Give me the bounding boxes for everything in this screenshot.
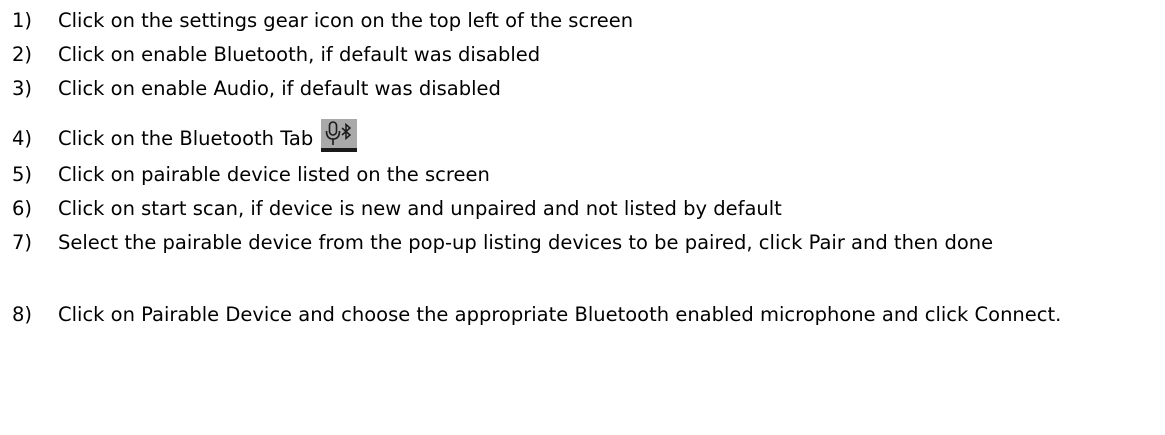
step-text: Click on start scan, if device is new an…: [58, 197, 782, 220]
step-number: 5): [12, 163, 33, 186]
step-text: Click on the settings gear icon on the t…: [58, 9, 634, 32]
microphone-bluetooth-icon: [321, 119, 358, 152]
step-number: 7): [12, 231, 33, 254]
step-number: 1): [12, 9, 33, 32]
step-number: 2): [12, 43, 33, 66]
step-number: 3): [12, 77, 33, 100]
step-number: 6): [12, 197, 33, 220]
step-number: 4): [12, 127, 33, 150]
step-text: Click on pairable device listed on the s…: [58, 163, 490, 186]
step-number: 8): [12, 303, 33, 326]
step-text-wrap: Click on the Bluetooth Tab: [58, 116, 1158, 154]
step-text: Click on enable Audio, if default was di…: [58, 77, 501, 100]
instructions-document: 1) Click on the settings gear icon on th…: [0, 0, 1165, 435]
step-text: Click on Pairable Device and choose the …: [58, 303, 1062, 326]
step-text: Click on the Bluetooth Tab: [58, 127, 314, 150]
step-text: Click on enable Bluetooth, if default wa…: [58, 43, 541, 66]
step-text: Select the pairable device from the pop-…: [58, 231, 994, 254]
